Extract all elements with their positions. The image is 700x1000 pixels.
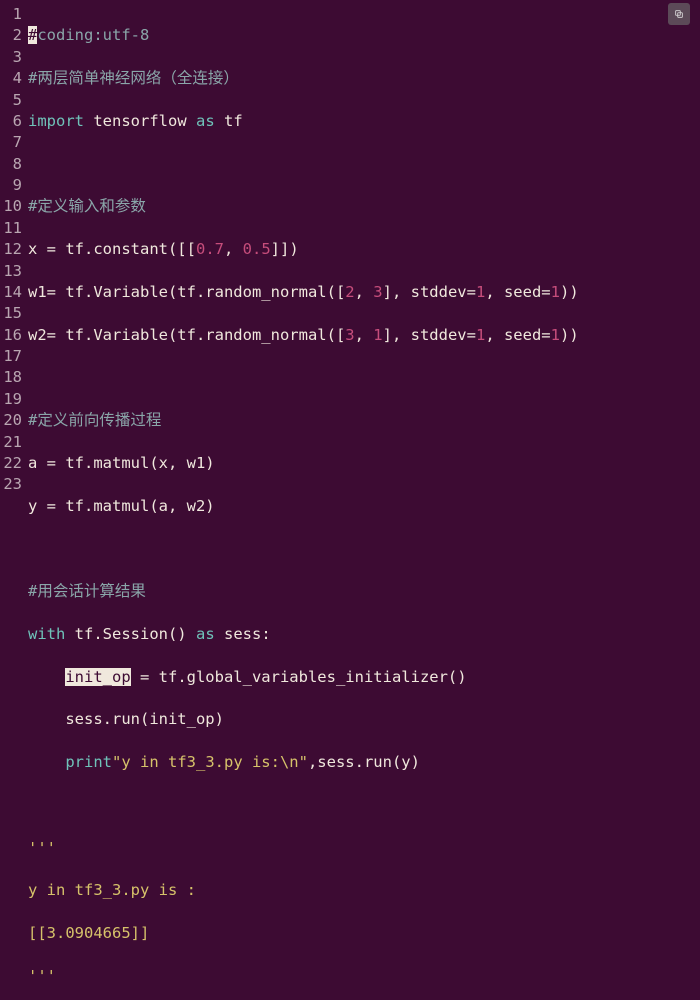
code-line: x = tf.constant([[0.7, 0.5]]): [28, 239, 700, 260]
code-line: y = tf.matmul(a, w2): [28, 496, 700, 517]
line-number-gutter: 1 2 3 4 5 6 7 8 9 10 11 12 13 14 15 16 1…: [0, 4, 28, 1000]
code-area[interactable]: #coding:utf-8 #两层简单神经网络（全连接） import tens…: [28, 4, 700, 1000]
code-line: #定义前向传播过程: [28, 410, 700, 431]
code-line: a = tf.matmul(x, w1): [28, 453, 700, 474]
code-line: [28, 538, 700, 559]
code-line: print"y in tf3_3.py is:\n",sess.run(y): [28, 752, 700, 773]
code-line: with tf.Session() as sess:: [28, 624, 700, 645]
code-line: ''': [28, 966, 700, 987]
code-line: w2= tf.Variable(tf.random_normal([3, 1],…: [28, 325, 700, 346]
code-line: [28, 367, 700, 388]
code-line: #用会话计算结果: [28, 581, 700, 602]
code-editor[interactable]: 1 2 3 4 5 6 7 8 9 10 11 12 13 14 15 16 1…: [0, 0, 700, 1000]
code-line: [28, 795, 700, 816]
code-line: init_op = tf.global_variables_initialize…: [28, 667, 700, 688]
code-line: ''': [28, 838, 700, 859]
code-line: #coding:utf-8: [28, 25, 700, 46]
copy-button[interactable]: [668, 3, 690, 25]
code-line: [28, 154, 700, 175]
code-line: #两层简单神经网络（全连接）: [28, 68, 700, 89]
code-line: #定义输入和参数: [28, 196, 700, 217]
code-line: w1= tf.Variable(tf.random_normal([2, 3],…: [28, 282, 700, 303]
code-line: import tensorflow as tf: [28, 111, 700, 132]
code-line: sess.run(init_op): [28, 709, 700, 730]
selected-text: init_op: [65, 668, 130, 686]
code-line: [[3.0904665]]: [28, 923, 700, 944]
copy-icon: [674, 7, 684, 21]
code-line: y in tf3_3.py is :: [28, 880, 700, 901]
